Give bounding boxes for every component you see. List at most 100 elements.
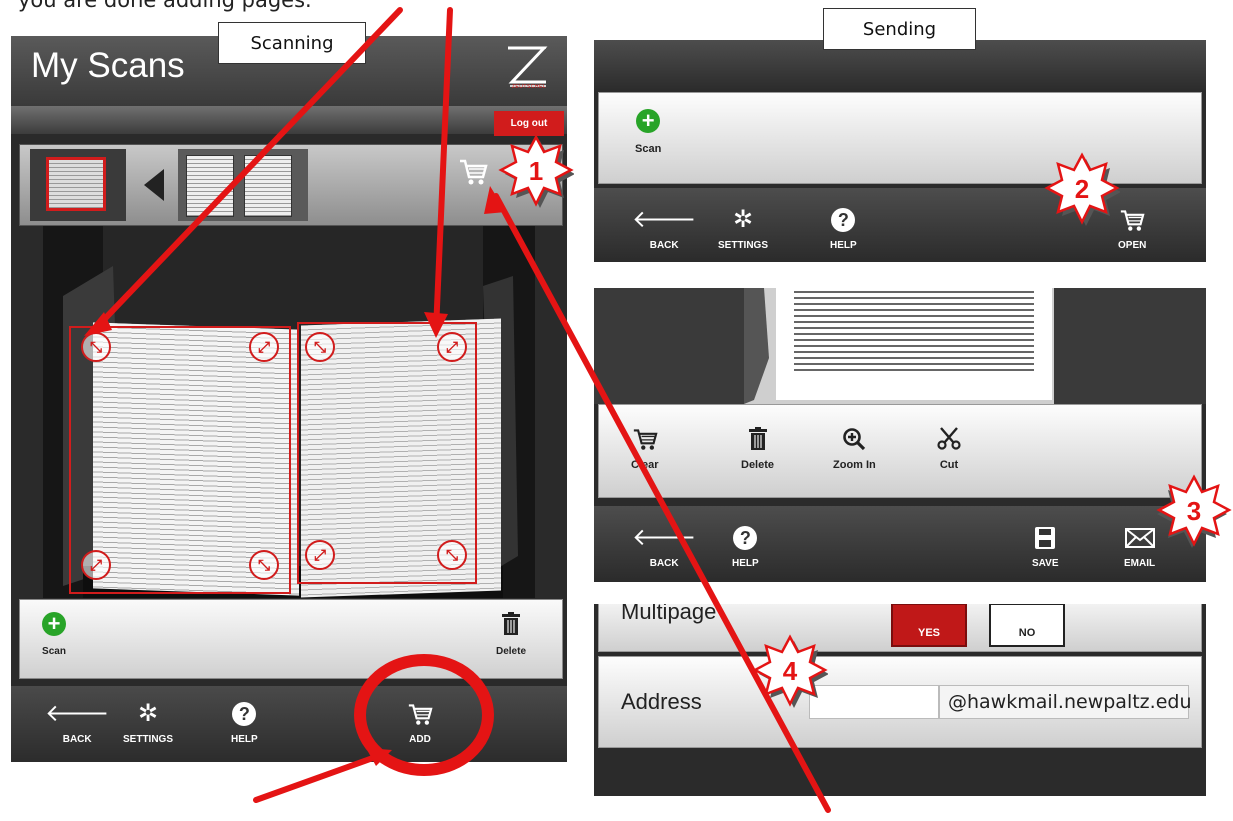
help-button[interactable]: ? HELP <box>732 526 759 569</box>
settings-label: SETTINGS <box>718 240 769 251</box>
page-preview-area <box>594 288 1206 404</box>
bottom-nav: 🡐 BACK ✲ SETTINGS ? HELP ADD <box>11 686 567 762</box>
sending-callout: Sending <box>823 8 976 50</box>
cart-icon <box>633 429 658 450</box>
gear-icon: ✲ <box>732 206 754 233</box>
help-label: HELP <box>732 558 759 569</box>
cart-icon <box>1121 210 1145 231</box>
help-icon: ? <box>232 702 257 726</box>
save-button[interactable]: SAVE <box>1032 526 1059 569</box>
clear-label: Clear <box>631 459 659 471</box>
bottom-nav: 🡐 BACK ? HELP SAVE EMAIL <box>594 506 1206 582</box>
scan-label: Scan <box>635 143 662 155</box>
badge-number-2: 2 <box>1075 174 1089 204</box>
logout-button[interactable]: Log out <box>494 111 564 136</box>
settings-label: SETTINGS <box>123 734 174 745</box>
multipage-label: Multipage <box>621 604 717 624</box>
scan-label: Scan <box>42 646 66 657</box>
instruction-caption: you are done adding pages. <box>18 0 312 12</box>
email-icon <box>1124 528 1155 548</box>
back-arrow-icon: 🡐 <box>632 206 697 233</box>
trash-icon <box>502 612 520 635</box>
email-label: EMAIL <box>1124 558 1156 569</box>
badge-number-1: 1 <box>529 156 543 186</box>
help-button[interactable]: ? HELP <box>830 208 857 251</box>
multipage-yes-toggle[interactable]: YES <box>891 604 967 647</box>
action-bar: + Scan Delete <box>19 599 563 679</box>
email-button[interactable]: EMAIL <box>1124 526 1155 569</box>
save-label: SAVE <box>1032 558 1059 569</box>
email-form-screen: Multipage YES NO Address @hawkmail.newpa… <box>594 604 1206 796</box>
open-label: OPEN <box>1118 240 1147 251</box>
cart-icon[interactable] <box>458 157 488 192</box>
crop-handle[interactable]: ⤢ <box>437 332 467 362</box>
scan-button[interactable]: + Scan <box>42 612 66 657</box>
cart-icon <box>408 704 433 725</box>
address-row: Address @hawkmail.newpaltz.edu <box>598 656 1202 748</box>
plus-icon: + <box>636 109 661 133</box>
help-label: HELP <box>231 734 258 745</box>
page-thumbnails[interactable] <box>178 149 308 221</box>
crop-handle[interactable]: ⤢ <box>249 332 279 362</box>
zoom-in-label: Zoom In <box>833 459 876 471</box>
badge-number-4: 4 <box>783 656 798 686</box>
logo-text: ZEUTSCHEL <box>511 84 547 90</box>
badge-number-3: 3 <box>1187 496 1201 526</box>
scan-button[interactable]: + Scan <box>635 109 661 155</box>
scissors-icon <box>937 427 961 450</box>
delete-button[interactable]: Delete <box>496 612 526 657</box>
help-icon: ? <box>831 208 856 232</box>
delete-label: Delete <box>741 459 775 471</box>
crop-handle[interactable]: ⤡ <box>305 332 335 362</box>
header-strip <box>11 106 567 134</box>
cut-label: Cut <box>939 459 959 471</box>
clear-button[interactable]: Clear <box>631 427 659 471</box>
back-button[interactable]: 🡐 BACK <box>45 700 110 746</box>
crop-handle[interactable]: ⤡ <box>249 550 279 580</box>
zoom-in-button[interactable]: Zoom In <box>833 427 876 471</box>
thumbnail-bar <box>19 144 563 226</box>
help-icon: ? <box>733 526 758 550</box>
delete-button[interactable]: Delete <box>741 427 774 471</box>
delete-label: Delete <box>496 646 527 657</box>
crop-handle[interactable]: ⤢ <box>305 540 335 570</box>
step-badge-1: 1 <box>498 134 575 215</box>
scanning-callout: Scanning <box>218 22 366 64</box>
address-input[interactable] <box>809 685 939 719</box>
crop-handle[interactable]: ⤡ <box>81 332 111 362</box>
back-label: BACK <box>649 240 679 251</box>
back-arrow-icon: 🡐 <box>632 524 697 551</box>
trash-icon <box>748 427 767 450</box>
multipage-no-toggle[interactable]: NO <box>989 604 1065 647</box>
tool-bar: Clear Delete Zoom In Cut <box>598 404 1202 498</box>
cut-button[interactable]: Cut <box>937 427 961 471</box>
current-thumbnail[interactable] <box>30 149 126 221</box>
add-label: ADD <box>409 734 431 745</box>
page-title: My Scans <box>31 46 185 85</box>
open-button[interactable]: OPEN <box>1118 208 1146 251</box>
help-label: HELP <box>830 240 857 251</box>
add-button[interactable]: ADD <box>407 702 433 745</box>
crop-handle[interactable]: ⤡ <box>437 540 467 570</box>
back-button[interactable]: 🡐 BACK <box>632 524 697 570</box>
back-label: BACK <box>62 734 92 745</box>
crop-handle[interactable]: ⤢ <box>81 550 111 580</box>
step-badge-2: 2 <box>1044 152 1121 233</box>
step-badge-3: 3 <box>1156 474 1232 555</box>
save-icon <box>1035 527 1056 549</box>
back-button[interactable]: 🡐 BACK <box>632 206 697 252</box>
plus-icon: + <box>42 612 66 636</box>
multipage-row: Multipage YES NO <box>598 604 1202 652</box>
zoom-in-icon <box>843 428 866 451</box>
settings-button[interactable]: ✲ SETTINGS <box>123 702 174 746</box>
edit-screen: Clear Delete Zoom In Cut 🡐 BACK ? HELP S… <box>594 288 1206 582</box>
back-label: BACK <box>649 558 679 569</box>
back-arrow-icon: 🡐 <box>45 700 110 727</box>
address-label: Address <box>621 689 702 714</box>
email-domain: @hawkmail.newpaltz.edu <box>939 685 1191 719</box>
step-badge-4: 4 <box>752 634 829 715</box>
scanning-screen: My Scans ZEUTSCHEL Log out ⤡ ⤢ ⤢ ⤡ ⤡ ⤢ ⤢… <box>11 36 567 762</box>
settings-button[interactable]: ✲ SETTINGS <box>718 206 769 252</box>
previous-arrow-icon[interactable] <box>144 169 164 201</box>
help-button[interactable]: ? HELP <box>231 702 258 745</box>
